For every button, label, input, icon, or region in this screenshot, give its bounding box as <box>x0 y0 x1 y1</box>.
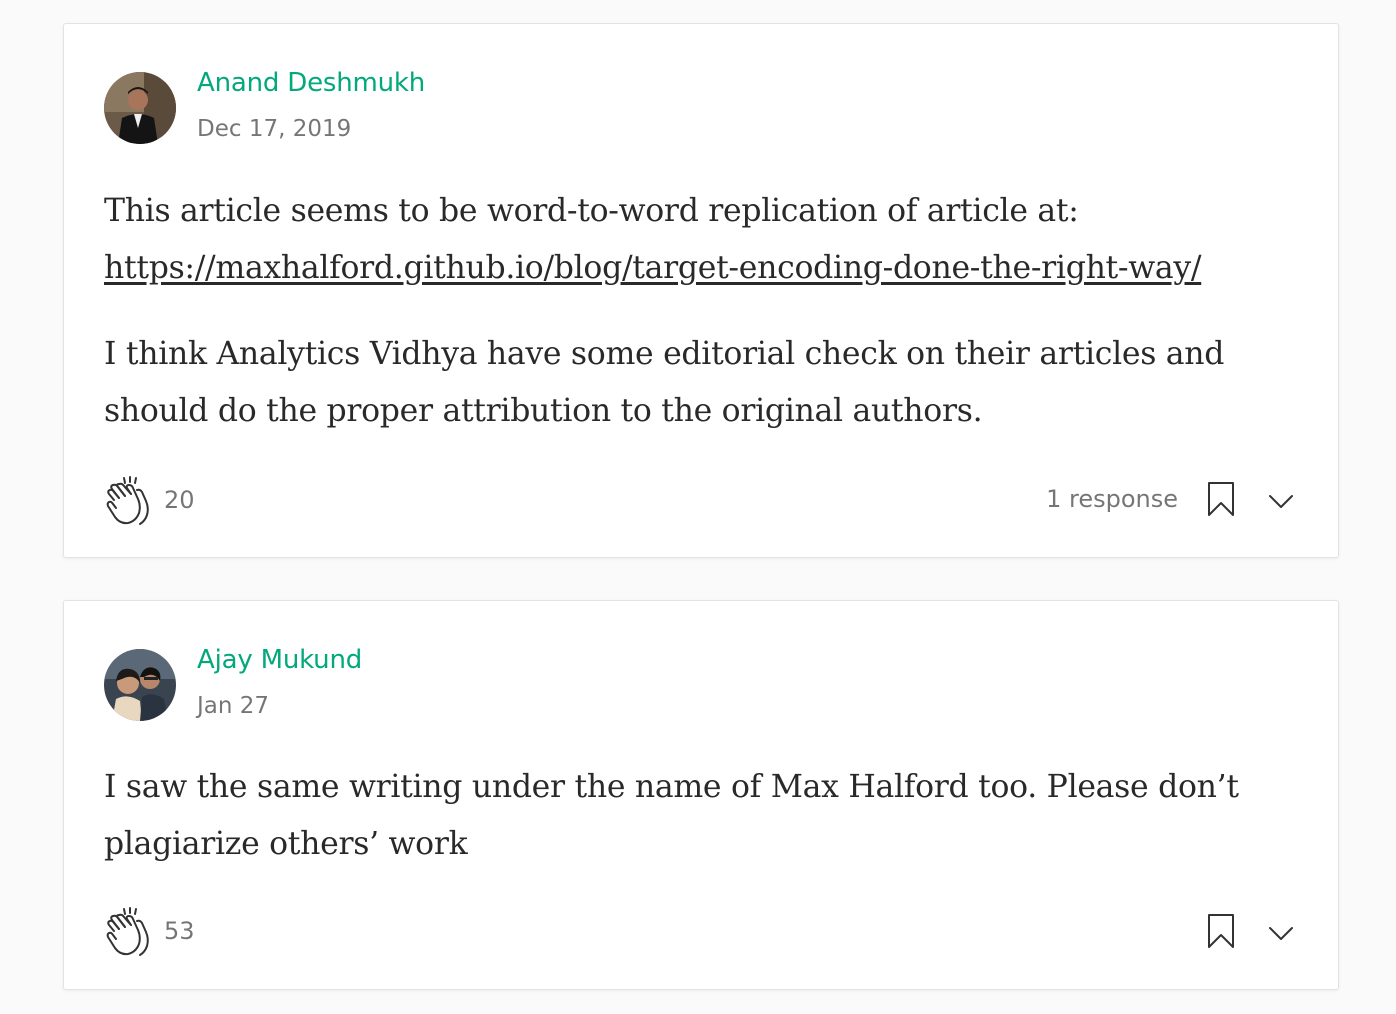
chevron-down-icon[interactable] <box>1267 923 1295 943</box>
chevron-down-icon[interactable] <box>1267 491 1295 511</box>
response-body: This article seems to be word-to-word re… <box>104 183 1304 440</box>
bookmark-icon[interactable] <box>1207 481 1235 517</box>
response-body: I saw the same writing under the name of… <box>104 759 1304 873</box>
author-name[interactable]: Ajay Mukund <box>197 645 362 675</box>
response-date[interactable]: Dec 17, 2019 <box>197 116 351 142</box>
source-link[interactable]: https://maxhalford.github.io/blog/target… <box>104 250 1202 286</box>
author-name[interactable]: Anand Deshmukh <box>197 68 425 98</box>
avatar[interactable] <box>104 649 176 721</box>
response-paragraph: I saw the same writing under the name of… <box>104 769 1239 862</box>
bookmark-icon[interactable] <box>1207 913 1235 949</box>
response-paragraph: I think Analytics Vidhya have some edito… <box>104 336 1225 429</box>
clap-icon[interactable] <box>104 907 154 959</box>
responses-link[interactable]: 1 response <box>1046 485 1178 513</box>
paragraph-text: This article seems to be word-to-word re… <box>104 193 1079 229</box>
response-paragraph: This article seems to be word-to-word re… <box>104 183 1304 297</box>
response-date[interactable]: Jan 27 <box>197 693 269 719</box>
response-card: Anand Deshmukh Dec 17, 2019 This article… <box>63 23 1339 558</box>
response-card: Ajay Mukund Jan 27 I saw the same writin… <box>63 600 1339 990</box>
clap-count: 20 <box>164 486 195 514</box>
avatar[interactable] <box>104 72 176 144</box>
clap-count: 53 <box>164 917 195 945</box>
clap-icon[interactable] <box>104 476 154 528</box>
